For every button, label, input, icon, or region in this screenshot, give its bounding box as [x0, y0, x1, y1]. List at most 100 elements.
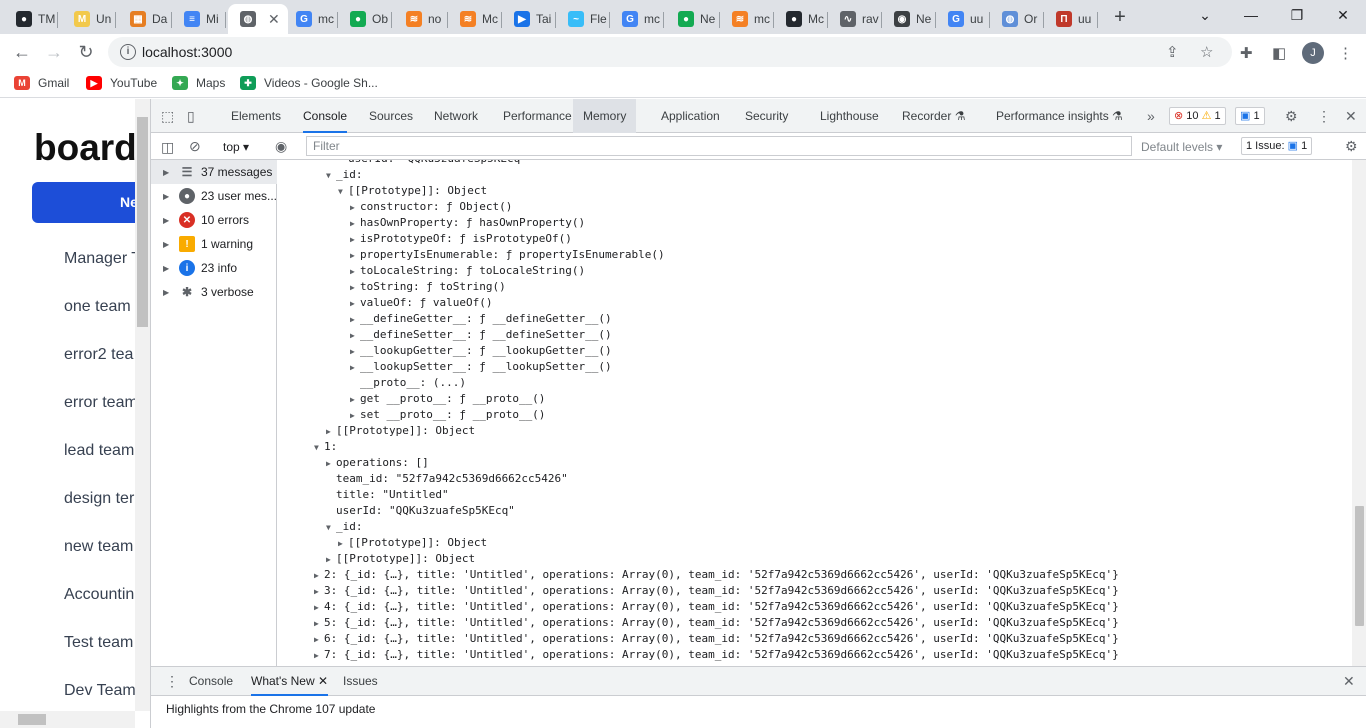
context-select[interactable]: top ▾	[223, 140, 249, 154]
console-line[interactable]: ▶ get __proto__: ƒ __proto__()	[350, 391, 545, 407]
console-line[interactable]: ▶ __lookupGetter__: ƒ __lookupGetter__()	[350, 343, 612, 359]
team-list-item[interactable]: one team	[64, 298, 131, 316]
expand-arrow-icon[interactable]: ▶	[163, 240, 171, 249]
console-line[interactable]: ▶ __lookupSetter__: ƒ __lookupSetter__()	[350, 359, 612, 375]
browser-tab[interactable]: Gmc	[284, 4, 338, 34]
settings-gear-icon[interactable]: ⚙	[1285, 108, 1298, 125]
expand-arrow-icon[interactable]: ▶	[350, 360, 360, 376]
menu-icon[interactable]: ⋮	[1338, 44, 1353, 62]
expand-arrow-icon[interactable]: ▶	[163, 168, 171, 177]
browser-tab[interactable]: ≋ no	[394, 4, 448, 34]
console-line[interactable]: ▶ [[Prototype]]: Object	[326, 551, 475, 567]
devtools-tab-lighthouse[interactable]: Lighthouse	[820, 99, 879, 133]
devtools-tab-performance[interactable]: Performance	[503, 99, 572, 133]
page-horizontal-scrollbar[interactable]	[0, 711, 135, 728]
inspect-icon[interactable]: ⬚	[161, 108, 174, 125]
drawer-tab-issues[interactable]: Issues	[343, 667, 378, 696]
live-expression-eye-icon[interactable]: ◉	[275, 138, 287, 155]
console-line[interactable]: ▶ 2: {_id: {…}, title: 'Untitled', operat…	[314, 567, 1119, 583]
close-tab-icon[interactable]: ✕	[268, 11, 280, 28]
console-sidebar-item[interactable]: ▶ i 23 info	[151, 256, 277, 280]
console-sidebar-item[interactable]: ▶ ✕ 10 errors	[151, 208, 277, 232]
browser-tab[interactable]: ◍ Or	[990, 4, 1044, 34]
browser-tab[interactable]: ● Mc	[774, 4, 828, 34]
clear-console-icon[interactable]: ⊘	[189, 138, 201, 155]
console-line[interactable]: ▶ [[Prototype]]: Object	[338, 535, 487, 551]
browser-tab[interactable]: ● Ne	[666, 4, 720, 34]
team-list-item[interactable]: lead team	[64, 442, 134, 460]
expand-arrow-icon[interactable]: ▶	[326, 424, 336, 440]
bookmark-gmail[interactable]: M Gmail	[14, 76, 69, 90]
browser-tab[interactable]: ▶ Tai	[502, 4, 556, 34]
team-list-item[interactable]: error team	[64, 394, 138, 412]
console-line[interactable]: ▶ [[Prototype]]: Object	[326, 423, 475, 439]
expand-arrow-icon[interactable]: ▶	[314, 616, 324, 632]
expand-arrow-icon[interactable]: ▶	[350, 312, 360, 328]
console-line[interactable]: ▶ 3: {_id: {…}, title: 'Untitled', operat…	[314, 583, 1119, 599]
browser-tab[interactable]: ~ Fle	[556, 4, 610, 34]
scrollbar-thumb[interactable]	[1355, 506, 1364, 626]
maximize-button[interactable]: ❐	[1274, 0, 1320, 30]
expand-arrow-icon[interactable]: ▶	[350, 216, 360, 232]
expand-arrow-icon[interactable]: ▶	[338, 536, 348, 552]
more-tabs-icon[interactable]: »	[1147, 108, 1155, 124]
console-line[interactable]: ▶ valueOf: ƒ valueOf()	[350, 295, 492, 311]
console-line[interactable]: __proto__: (...)	[350, 375, 466, 391]
browser-tab[interactable]: Guu	[936, 4, 990, 34]
expand-arrow-icon[interactable]: ▶	[314, 568, 324, 584]
expand-arrow-icon[interactable]: ▼	[338, 184, 348, 200]
new-board-button[interactable]: Ne	[32, 182, 150, 223]
console-line[interactable]: userId: "QQKu3zuafeSp5KEcq"	[326, 503, 515, 519]
expand-arrow-icon[interactable]: ▶	[350, 328, 360, 344]
devtools-tab-network[interactable]: Network	[434, 99, 478, 133]
team-list-item[interactable]: new team	[64, 538, 133, 556]
extensions-icon[interactable]: ✚	[1240, 44, 1253, 62]
device-toolbar-icon[interactable]: ▯	[187, 108, 195, 125]
back-button[interactable]: ←	[10, 40, 34, 64]
team-list-item[interactable]: Dev Team	[64, 682, 136, 700]
close-tab-icon[interactable]: ✕	[315, 674, 328, 688]
console-scrollbar[interactable]	[1352, 160, 1366, 666]
devtools-tab-elements[interactable]: Elements	[231, 99, 281, 133]
bookmark-star-icon[interactable]: ☆	[1200, 43, 1213, 61]
console-line[interactable]: team_id: "52f7a942c5369d6662cc5426"	[326, 471, 568, 487]
expand-arrow-icon[interactable]: ▶	[163, 288, 171, 297]
share-icon[interactable]: ⇪	[1166, 43, 1179, 61]
expand-arrow-icon[interactable]: ▶	[326, 456, 336, 472]
browser-tab[interactable]: ≋ mc	[720, 4, 774, 34]
reload-button[interactable]: ↻	[74, 40, 98, 64]
drawer-tab-what-s-new[interactable]: What's New ✕	[251, 667, 329, 696]
expand-arrow-icon[interactable]: ▶	[314, 584, 324, 600]
console-line[interactable]: ▶ 5: {_id: {…}, title: 'Untitled', operat…	[314, 615, 1119, 631]
expand-arrow-icon[interactable]: ▶	[314, 648, 324, 664]
browser-tab[interactable]: ≋ Mc	[448, 4, 502, 34]
avatar[interactable]: J	[1302, 42, 1324, 64]
console-sidebar-item[interactable]: ▶ ✱ 3 verbose	[151, 280, 277, 304]
team-list-item[interactable]: design ter	[64, 490, 134, 508]
devtools-tab-performance-insights[interactable]: Performance insights ⚗	[996, 99, 1123, 133]
console-line[interactable]: ▼ 1:	[314, 439, 337, 455]
devtools-tab-memory[interactable]: Memory	[573, 99, 637, 133]
console-line[interactable]: ▶ toString: ƒ toString()	[350, 279, 506, 295]
expand-arrow-icon[interactable]: ▶	[350, 392, 360, 408]
console-line[interactable]: ▼ _id:	[326, 167, 363, 183]
messages-badge[interactable]: ▣ 1	[1235, 107, 1265, 125]
errors-warnings-badge[interactable]: ⊗ 10 ⚠ 1	[1169, 107, 1226, 125]
expand-arrow-icon[interactable]: ▶	[350, 264, 360, 280]
console-line[interactable]: title: "Untitled"	[326, 487, 449, 503]
browser-tab[interactable]: ● Ob	[338, 4, 392, 34]
console-sidebar-item[interactable]: ▶ ☰ 37 messages	[151, 160, 277, 184]
drawer-tab-console[interactable]: Console	[189, 667, 233, 696]
browser-tab[interactable]: ≡ Mi	[172, 4, 226, 34]
console-line[interactable]: ▼ [[Prototype]]: Object	[338, 183, 487, 199]
console-line[interactable]: ▶ isPrototypeOf: ƒ isPrototypeOf()	[350, 231, 572, 247]
devtools-tab-application[interactable]: Application	[661, 99, 720, 133]
console-line[interactable]: ▶ toLocaleString: ƒ toLocaleString()	[350, 263, 585, 279]
bookmark-videos[interactable]: ✚ Videos - Google Sh...	[240, 76, 378, 90]
new-tab-button[interactable]: +	[1108, 4, 1132, 30]
close-drawer-icon[interactable]: ✕	[1343, 673, 1355, 690]
site-info-icon[interactable]: i	[120, 44, 136, 60]
log-levels-select[interactable]: Default levels ▾	[1141, 140, 1222, 154]
expand-arrow-icon[interactable]: ▶	[350, 232, 360, 248]
bookmark-maps[interactable]: ✦ Maps	[172, 76, 225, 90]
